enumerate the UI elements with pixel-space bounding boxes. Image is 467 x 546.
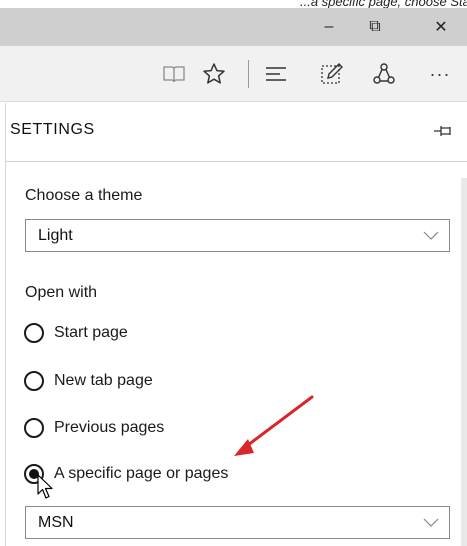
web-note-icon [321, 63, 343, 84]
radio-specific-pages[interactable]: A specific page or pages [24, 461, 228, 487]
panel-title: SETTINGS [10, 121, 95, 138]
hub-button[interactable] [256, 54, 296, 94]
radio-start-page[interactable]: Start page [24, 320, 128, 346]
radio-label: A specific page or pages [54, 465, 229, 482]
theme-dropdown[interactable]: Light [25, 219, 450, 252]
chevron-down-icon [423, 231, 439, 240]
top-strip: ...a specific page, choose Start page [0, 0, 467, 8]
maximize-button[interactable]: ⧉ [352, 8, 398, 46]
theme-label: Choose a theme [25, 187, 143, 204]
specific-page-selected-value: MSN [38, 514, 74, 531]
maximize-icon: ⧉ [369, 18, 381, 35]
more-icon: ··· [429, 63, 451, 84]
share-button[interactable] [364, 54, 404, 94]
favorites-button[interactable] [194, 54, 234, 94]
annotation-arrow-icon [234, 395, 314, 456]
open-with-label: Open with [25, 284, 98, 301]
close-button[interactable]: ✕ [418, 8, 464, 46]
title-bar: – ⧉ ✕ [0, 8, 467, 46]
pin-icon [434, 126, 451, 136]
minimize-icon: – [324, 18, 334, 35]
hub-icon [266, 67, 286, 81]
toolbar-separator [248, 60, 249, 88]
pin-button[interactable] [429, 121, 459, 141]
radio-label: Start page [54, 324, 128, 341]
specific-page-dropdown[interactable]: MSN [25, 506, 450, 539]
radio-button[interactable] [24, 418, 44, 438]
radio-label: Previous pages [54, 419, 165, 436]
more-button[interactable]: ··· [420, 54, 460, 94]
browser-toolbar: ··· [0, 46, 467, 102]
radio-previous-pages[interactable]: Previous pages [24, 415, 164, 441]
radio-new-tab-page[interactable]: New tab page [24, 368, 153, 394]
star-icon [203, 63, 225, 84]
reading-view-icon [163, 66, 185, 83]
settings-panel: SETTINGS Choose a theme Light Open with … [5, 103, 467, 546]
minimize-button[interactable]: – [306, 8, 352, 46]
share-icon [373, 63, 395, 84]
radio-button[interactable] [24, 323, 44, 343]
radio-button[interactable] [24, 371, 44, 391]
reading-view-button[interactable] [154, 54, 194, 94]
radio-label: New tab page [54, 372, 153, 389]
scrollbar[interactable] [461, 178, 467, 546]
close-icon: ✕ [434, 19, 448, 36]
mouse-pointer-icon [37, 474, 53, 499]
web-note-button[interactable] [312, 54, 352, 94]
panel-divider [6, 161, 467, 162]
chevron-down-icon [423, 518, 439, 527]
theme-selected-value: Light [38, 227, 73, 244]
clipped-caption: ...a specific page, choose Start page [300, 0, 467, 8]
